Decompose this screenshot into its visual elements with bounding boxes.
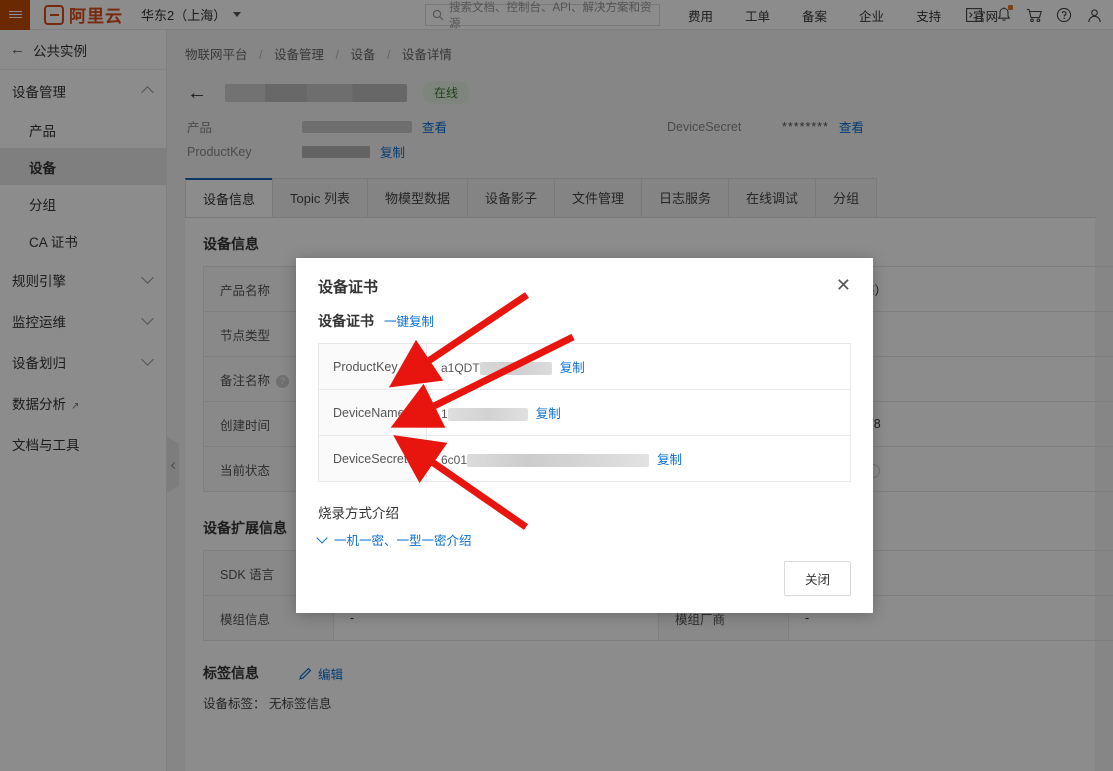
modal-title: 设备证书 — [318, 279, 379, 296]
device-certificate-modal: 设备证书 ✕ 设备证书 一键复制 ProductKey a1QDT 复制 Devi… — [296, 258, 873, 613]
table-row: DeviceSecret 6c01 复制 — [318, 435, 851, 482]
close-button[interactable]: 关闭 — [783, 561, 851, 596]
cell-key-productkey: ProductKey — [318, 343, 427, 390]
cell-value-devicename: 1 复制 — [426, 389, 851, 436]
table-row: ProductKey a1QDT 复制 — [318, 343, 851, 390]
burn-method-title: 烧录方式介绍 — [318, 506, 399, 521]
copy-all-link[interactable]: 一键复制 — [384, 311, 434, 330]
modal-header: 设备证书 ✕ — [296, 258, 873, 297]
burn-method-link-label: 一机一密、一型一密介绍 — [334, 534, 472, 548]
copy-devicesecret-button[interactable]: 复制 — [657, 453, 682, 467]
table-row: DeviceName 1 复制 — [318, 389, 851, 436]
burn-method-link[interactable]: 一机一密、一型一密介绍 — [296, 522, 873, 549]
modal-footer: 关闭 — [783, 561, 851, 596]
close-icon[interactable]: ✕ — [836, 276, 851, 294]
copy-devicename-button[interactable]: 复制 — [536, 407, 561, 421]
chevron-down-icon — [316, 532, 328, 544]
copy-productkey-button[interactable]: 复制 — [560, 361, 585, 375]
cell-value-devicesecret: 6c01 复制 — [426, 435, 851, 482]
modal-subheader: 设备证书 一键复制 — [296, 297, 873, 331]
certificate-table: ProductKey a1QDT 复制 DeviceName 1 复制 Device… — [318, 343, 851, 482]
cell-value-productkey: a1QDT 复制 — [426, 343, 851, 390]
app-root: 阿里云 华东2（上海） 搜索文档、控制台、API、解决方案和资源 费用 工单 备… — [0, 0, 1113, 771]
cell-key-devicename: DeviceName — [318, 389, 427, 436]
cell-key-devicesecret: DeviceSecret — [318, 435, 427, 482]
modal-subtitle: 设备证书 — [318, 313, 374, 329]
